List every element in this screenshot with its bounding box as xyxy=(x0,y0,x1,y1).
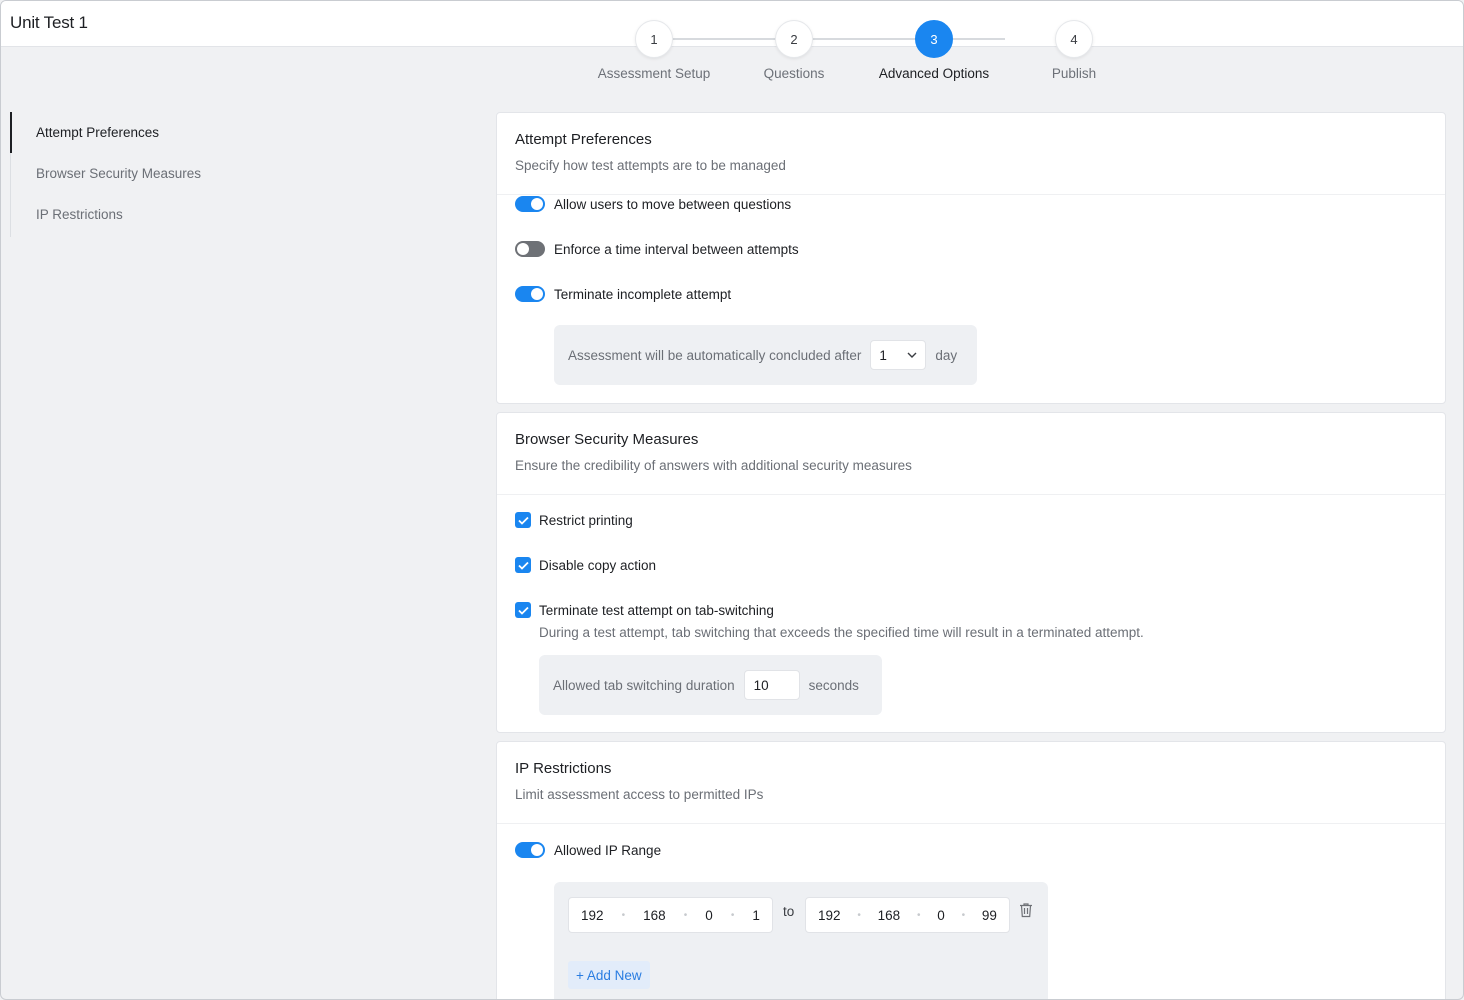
ip-to-octet-3[interactable]: 0 xyxy=(937,908,945,923)
terminate-incomplete-toggle[interactable] xyxy=(515,286,545,302)
option-disable-copy: Disable copy action xyxy=(515,557,656,573)
ip-separator: • xyxy=(916,909,921,921)
step-4-circle[interactable]: 4 xyxy=(1055,20,1093,58)
auto-conclude-box: Assessment will be automatically conclud… xyxy=(554,325,977,385)
card-description: Specify how test attempts are to be mana… xyxy=(515,158,786,173)
ip-range-to-label: to xyxy=(783,904,795,919)
ip-range-box: 192 • 168 • 0 • 1 to 192 • 168 • 0 • 99 xyxy=(554,882,1048,999)
card-title: Attempt Preferences xyxy=(515,131,652,148)
step-3-label[interactable]: Advanced Options xyxy=(854,66,1014,81)
option-label: Enforce a time interval between attempts xyxy=(554,241,799,257)
section-nav: Attempt Preferences Browser Security Mea… xyxy=(10,112,310,237)
tab-switch-duration-box: Allowed tab switching duration 10 second… xyxy=(539,655,882,715)
option-label: Terminate test attempt on tab-switching xyxy=(539,602,774,618)
card-header: IP Restrictions Limit assessment access … xyxy=(497,742,1445,824)
step-2-circle[interactable]: 2 xyxy=(775,20,813,58)
ip-from-input[interactable]: 192 • 168 • 0 • 1 xyxy=(568,897,773,933)
option-label: Terminate incomplete attempt xyxy=(554,286,732,302)
ip-from-octet-2[interactable]: 168 xyxy=(643,908,666,923)
attempt-preferences-card: Attempt Preferences Specify how test att… xyxy=(496,112,1446,404)
trash-icon[interactable] xyxy=(1019,902,1033,918)
nav-item-ip-restrictions[interactable]: IP Restrictions xyxy=(11,194,310,235)
restrict-printing-checkbox[interactable] xyxy=(515,512,531,528)
ip-from-octet-1[interactable]: 192 xyxy=(581,908,604,923)
card-header: Attempt Preferences Specify how test att… xyxy=(497,113,1445,195)
step-2-label[interactable]: Questions xyxy=(714,66,874,81)
time-interval-toggle[interactable] xyxy=(515,241,545,257)
step-connector xyxy=(813,38,916,40)
conclude-days-select[interactable]: 1 xyxy=(870,340,927,370)
step-3-circle[interactable]: 3 xyxy=(915,20,953,58)
allowed-ip-range-toggle[interactable] xyxy=(515,842,545,858)
chevron-down-icon xyxy=(907,352,917,358)
auto-conclude-label: Assessment will be automatically conclud… xyxy=(568,347,862,363)
conclude-unit: day xyxy=(935,347,958,363)
ip-to-octet-4[interactable]: 99 xyxy=(982,908,997,923)
step-connector xyxy=(953,38,1005,40)
step-1-label[interactable]: Assessment Setup xyxy=(574,66,734,81)
card-description: Limit assessment access to permitted IPs xyxy=(515,787,764,802)
progress-stepper: 1 2 3 4 Assessment Setup Questions Advan… xyxy=(1,1,1463,101)
ip-separator: • xyxy=(961,909,966,921)
step-connector xyxy=(673,38,776,40)
option-terminate-incomplete: Terminate incomplete attempt xyxy=(515,286,731,302)
option-label: Disable copy action xyxy=(539,557,657,573)
duration-input[interactable]: 10 xyxy=(743,670,800,700)
option-restrict-printing: Restrict printing xyxy=(515,512,633,528)
ip-separator: • xyxy=(730,909,735,921)
step-1-circle[interactable]: 1 xyxy=(635,20,673,58)
ip-to-octet-1[interactable]: 192 xyxy=(818,908,841,923)
ip-restrictions-card: IP Restrictions Limit assessment access … xyxy=(496,741,1446,999)
check-icon xyxy=(517,561,529,570)
tab-switching-checkbox[interactable] xyxy=(515,602,531,618)
duration-value: 10 xyxy=(753,677,769,693)
ip-to-input[interactable]: 192 • 168 • 0 • 99 xyxy=(805,897,1010,933)
card-title: IP Restrictions xyxy=(515,760,612,777)
card-title: Browser Security Measures xyxy=(515,431,699,448)
tab-switching-note: During a test attempt, tab switching tha… xyxy=(539,625,1144,640)
duration-label: Allowed tab switching duration xyxy=(553,677,735,693)
check-icon xyxy=(517,606,529,615)
browser-security-card: Browser Security Measures Ensure the cre… xyxy=(496,412,1446,733)
move-between-questions-toggle[interactable] xyxy=(515,196,545,212)
nav-item-browser-security[interactable]: Browser Security Measures xyxy=(11,153,310,194)
option-move-between-questions: Allow users to move between questions xyxy=(515,196,791,212)
ip-separator: • xyxy=(683,909,688,921)
conclude-days-value: 1 xyxy=(879,347,887,363)
ip-from-octet-4[interactable]: 1 xyxy=(752,908,760,923)
option-label: Allowed IP Range xyxy=(554,842,662,858)
option-tab-switching: Terminate test attempt on tab-switching xyxy=(515,602,774,618)
ip-to-octet-2[interactable]: 168 xyxy=(878,908,901,923)
option-allowed-ip-range: Allowed IP Range xyxy=(515,842,661,858)
check-icon xyxy=(517,516,529,525)
ip-separator: • xyxy=(857,909,861,921)
disable-copy-checkbox[interactable] xyxy=(515,557,531,573)
option-label: Restrict printing xyxy=(539,512,633,528)
duration-unit: seconds xyxy=(808,677,859,693)
step-4-label[interactable]: Publish xyxy=(994,66,1154,81)
option-time-interval: Enforce a time interval between attempts xyxy=(515,241,799,257)
ip-separator: • xyxy=(621,909,626,921)
app-window: Unit Test 1 1 2 3 4 Assessment Setup Que… xyxy=(0,0,1464,1000)
nav-item-attempt-preferences[interactable]: Attempt Preferences xyxy=(10,112,310,153)
ip-from-octet-3[interactable]: 0 xyxy=(705,908,713,923)
option-label: Allow users to move between questions xyxy=(554,196,792,212)
card-header: Browser Security Measures Ensure the cre… xyxy=(497,413,1445,495)
card-description: Ensure the credibility of answers with a… xyxy=(515,458,912,473)
add-new-ip-button[interactable]: + Add New xyxy=(568,961,650,989)
